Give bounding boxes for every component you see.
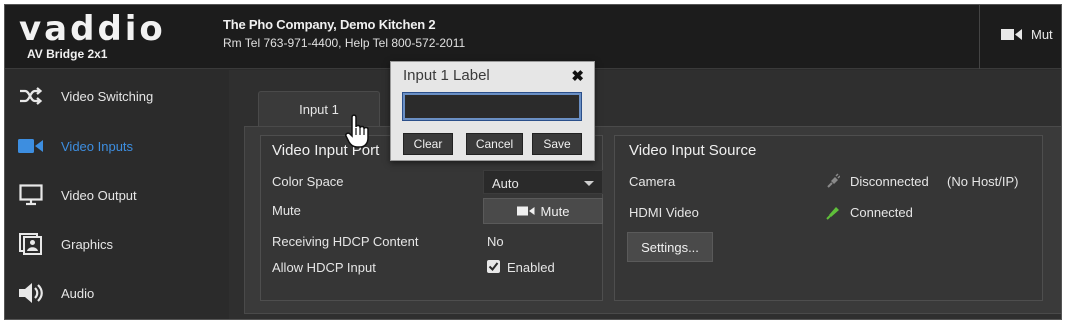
mute-label: Mute xyxy=(272,203,301,218)
video-camera-icon xyxy=(1001,29,1022,40)
input-label-dialog: Input 1 Label ✖ Clear Cancel Save xyxy=(390,61,595,161)
sidebar-item-video-output[interactable]: Video Output xyxy=(5,173,227,217)
cancel-button[interactable]: Cancel xyxy=(466,133,523,155)
vaddio-logo: vaddio xyxy=(19,9,166,49)
sidebar: Video Switching Video Inputs Video Outpu… xyxy=(5,70,227,319)
hand-cursor-icon xyxy=(345,114,369,148)
allow-hdcp-label: Allow HDCP Input xyxy=(272,260,376,275)
room-company-name: The Pho Company, Demo Kitchen 2 xyxy=(223,17,436,32)
allow-hdcp-value: Enabled xyxy=(507,260,555,275)
sidebar-item-audio[interactable]: Audio xyxy=(5,271,227,315)
graphics-icon xyxy=(17,232,45,256)
chevron-down-icon xyxy=(584,181,594,186)
video-camera-icon xyxy=(17,134,45,158)
color-space-value: Auto xyxy=(492,176,519,191)
close-icon[interactable]: ✖ xyxy=(571,67,584,85)
camera-note: (No Host/IP) xyxy=(947,174,1019,189)
sidebar-item-graphics[interactable]: Graphics xyxy=(5,222,227,266)
sidebar-item-video-inputs[interactable]: Video Inputs xyxy=(5,124,227,168)
plug-connected-icon xyxy=(826,207,839,220)
sidebar-item-video-switching[interactable]: Video Switching xyxy=(5,74,227,118)
sidebar-item-label: Audio xyxy=(61,285,95,301)
mute-button[interactable]: Mute xyxy=(483,198,603,224)
settings-button[interactable]: Settings... xyxy=(627,232,713,262)
room-contact-info: Rm Tel 763-971-4400, Help Tel 800-572-20… xyxy=(223,36,466,50)
header: vaddio AV Bridge 2x1 The Pho Company, De… xyxy=(5,5,1061,69)
mute-button-label: Mute xyxy=(540,203,570,219)
sidebar-item-label: Graphics xyxy=(61,236,114,252)
input-label-field[interactable] xyxy=(402,92,582,121)
hdmi-video-status: Connected xyxy=(850,205,913,220)
video-input-source-title: Video Input Source xyxy=(629,142,757,159)
speaker-icon xyxy=(17,281,45,305)
video-input-source-section: Video Input Source Camera Disconnected (… xyxy=(614,135,1043,301)
video-camera-icon xyxy=(516,206,535,216)
hdcp-receiving-value: No xyxy=(487,234,504,249)
hdmi-video-label: HDMI Video xyxy=(629,205,699,220)
app-window: vaddio AV Bridge 2x1 The Pho Company, De… xyxy=(4,4,1062,320)
allow-hdcp-checkbox[interactable] xyxy=(487,260,500,273)
sidebar-item-label: Video Output xyxy=(61,187,137,203)
plug-disconnected-icon xyxy=(827,173,840,188)
color-space-label: Color Space xyxy=(272,174,344,189)
dialog-title: Input 1 Label xyxy=(403,67,490,84)
header-divider xyxy=(979,5,980,69)
sidebar-item-label: Video Inputs xyxy=(61,138,134,154)
shuffle-icon xyxy=(17,84,45,108)
camera-label: Camera xyxy=(629,174,676,189)
header-mute-label: Mut xyxy=(1031,27,1053,42)
monitor-icon xyxy=(17,183,45,207)
header-mute-button[interactable]: Mut xyxy=(1001,27,1053,42)
input-settings-panel: Video Input Port Color Space Auto Mute M… xyxy=(244,126,1061,314)
clear-button[interactable]: Clear xyxy=(403,133,453,155)
camera-status: Disconnected xyxy=(850,174,929,189)
hdcp-receiving-label: Receiving HDCP Content xyxy=(272,234,419,249)
checkmark-icon xyxy=(488,262,499,272)
main-content: Input 1 Video Input Port Color Space Aut… xyxy=(229,70,1061,319)
save-button[interactable]: Save xyxy=(532,133,582,155)
color-space-select[interactable]: Auto xyxy=(483,170,603,194)
product-name: AV Bridge 2x1 xyxy=(27,47,108,61)
sidebar-item-label: Video Switching xyxy=(61,88,154,104)
